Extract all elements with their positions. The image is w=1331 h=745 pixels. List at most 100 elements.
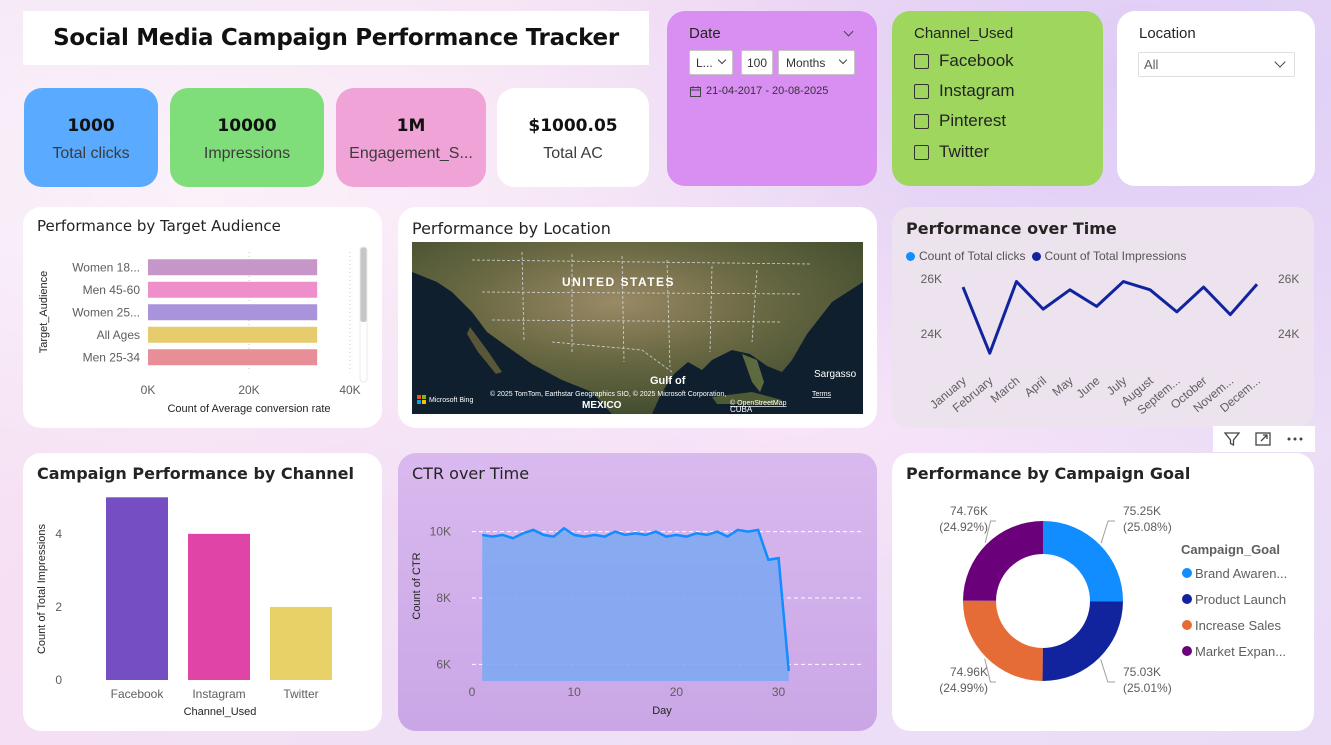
x-tick-label: 10 (568, 685, 582, 699)
kpi-value: 1M (396, 116, 426, 136)
data-label-percent: (24.99%) (939, 681, 988, 695)
date-range-text: 21-04-2017 - 20-08-2025 (706, 85, 829, 97)
checkbox[interactable] (914, 53, 929, 69)
filter-icon[interactable] (1223, 430, 1241, 448)
legend-label: Increase Sales (1195, 618, 1281, 633)
area-fill (482, 528, 789, 681)
legend-dot (1182, 646, 1192, 656)
x-axis-title: Count of Average conversion rate (167, 403, 330, 415)
map-label-gulf: Gulf of (650, 375, 686, 387)
map-terms-link[interactable]: Terms (812, 391, 832, 398)
visual-header-toolbar (1213, 426, 1315, 452)
calendar-icon (690, 86, 701, 97)
option-label: Pinterest (939, 111, 1007, 130)
bar (106, 497, 168, 680)
y-axis-title: Count of CTR (411, 552, 423, 619)
x-tick-label: 0K (141, 383, 156, 397)
legend-dot (1182, 620, 1192, 630)
y-tick-label: Men 25-34 (83, 350, 141, 364)
checkbox[interactable] (914, 83, 929, 99)
relative-mode-value: L... (696, 55, 713, 70)
data-label-value: 75.03K (1123, 665, 1161, 679)
relative-count-input[interactable]: 100 (741, 50, 773, 75)
channel-option-instagram[interactable]: Instagram (914, 81, 1015, 101)
y-axis-title: Target_Audience (38, 271, 50, 354)
legend-dot (1182, 568, 1192, 578)
location-slicer-title: Location (1139, 25, 1196, 42)
data-label-percent: (25.01%) (1123, 681, 1172, 695)
y-tick-label-left: 24K (921, 327, 942, 341)
more-options-icon[interactable] (1285, 430, 1305, 448)
x-tick-label: June (1074, 373, 1103, 401)
campaign-goal-visual[interactable]: Performance by Campaign Goal 75.25K (25.0… (892, 453, 1314, 731)
chevron-down-icon (838, 55, 848, 65)
series-line-impressions (961, 280, 1259, 355)
location-map-visual[interactable]: Performance by Location UNITED STATES Gu… (398, 207, 877, 428)
y-tick-label-right: 24K (1278, 327, 1299, 341)
x-tick-label: Facebook (111, 687, 165, 701)
focus-mode-icon[interactable] (1254, 430, 1272, 448)
relative-count-value: 100 (746, 55, 768, 70)
channel-option-pinterest[interactable]: Pinterest (914, 111, 1006, 131)
kpi-value: 1000 (67, 116, 115, 136)
leader-line (1100, 520, 1115, 544)
y-tick-label: Men 45-60 (83, 283, 141, 297)
map-canvas[interactable]: UNITED STATES Gulf of MEXICO CUBA Sargas… (412, 242, 863, 414)
y-axis-title: Count of Total Impressions (36, 523, 48, 654)
relative-unit-dropdown[interactable]: Months (778, 50, 855, 75)
map-label-country: UNITED STATES (562, 275, 675, 289)
map-bing-label: Microsoft Bing (429, 397, 473, 404)
x-tick-label: 40K (339, 383, 360, 397)
option-label: Instagram (939, 81, 1015, 100)
bar (148, 349, 318, 366)
kpi-engagement[interactable]: 1M Engagement_S... (336, 88, 486, 187)
legend-label: Brand Awaren... (1195, 566, 1287, 581)
kpi-label: Impressions (203, 145, 291, 162)
bar (148, 326, 318, 343)
ctr-over-time-visual[interactable]: CTR over Time 10K 8K 6K 0 10 20 30 Day Count of … (398, 453, 877, 731)
channel-option-twitter[interactable]: Twitter (914, 142, 989, 162)
y-tick-label: All Ages (97, 328, 140, 342)
kpi-label: Total clicks (52, 145, 130, 162)
x-axis-title: Day (652, 705, 672, 717)
bar (148, 259, 318, 276)
target-audience-chart: 0K 20K 40K Women 18... Men 45-60 Women 25... A… (38, 246, 368, 415)
y-tick-label-right: 26K (1278, 272, 1299, 286)
bar (148, 281, 318, 298)
y-tick-label: 8K (436, 591, 451, 605)
y-tick-label: Women 25... (72, 305, 140, 319)
x-tick-label: 30 (772, 685, 786, 699)
x-tick-label: March (988, 374, 1023, 406)
relative-unit-value: Months (786, 55, 826, 70)
location-dropdown[interactable]: All (1138, 52, 1295, 77)
location-slicer: Location All (1117, 11, 1315, 186)
legend-dot (1182, 594, 1192, 604)
chevron-down-icon (717, 55, 727, 65)
checkbox[interactable] (914, 144, 929, 160)
channel-performance-chart: 0 2 4 Facebook Instagram Twitter Channel_Used C… (36, 497, 332, 718)
target-audience-visual[interactable]: Performance by Target Audience 0K 20K 40K W… (23, 207, 382, 428)
legend-title: Campaign_Goal (1181, 542, 1280, 557)
chevron-down-icon[interactable] (843, 26, 854, 37)
checkbox[interactable] (914, 113, 929, 129)
map-label-mexico: MEXICO (582, 400, 622, 411)
x-tick-label: Instagram (192, 687, 245, 701)
donut-slice (1043, 521, 1123, 602)
kpi-impressions[interactable]: 10000 Impressions (170, 88, 324, 187)
visual-title: Performance by Location (412, 219, 611, 238)
kpi-total-ac[interactable]: $1000.05 Total AC (497, 88, 649, 187)
y-tick-label: 6K (436, 657, 451, 671)
chevron-down-icon (1274, 56, 1286, 68)
performance-over-time-visual[interactable]: Performance over Time Count of Total cli… (892, 207, 1314, 428)
channel-performance-visual[interactable]: Campaign Performance by Channel 0 2 4 Faceb… (23, 453, 382, 731)
map-osm-link[interactable]: © OpenStreetMap (730, 399, 787, 407)
bar (270, 606, 332, 680)
date-slicer-title: Date (689, 25, 721, 42)
x-axis-title: Channel_Used (184, 706, 257, 718)
x-tick-label: May (1049, 374, 1075, 399)
kpi-total-clicks[interactable]: 1000 Total clicks (24, 88, 158, 187)
relative-mode-dropdown[interactable]: L... (689, 50, 733, 75)
kpi-label: Total AC (543, 145, 603, 162)
channel-option-facebook[interactable]: Facebook (914, 51, 1014, 71)
y-tick-label: 10K (430, 525, 451, 539)
